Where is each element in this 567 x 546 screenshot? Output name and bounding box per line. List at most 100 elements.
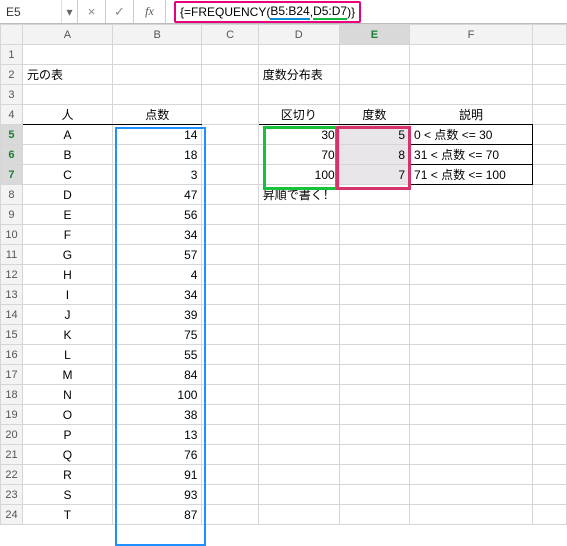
col-header-F[interactable]: F [410,25,533,45]
name-box[interactable]: E5 ▾ [0,0,78,23]
row-header[interactable]: 8 [1,185,23,205]
cell-person[interactable]: G [22,245,112,265]
cell-person[interactable]: D [22,185,112,205]
cell-person[interactable]: O [22,405,112,425]
cell-freq[interactable]: 7 [339,165,409,185]
cell-desc[interactable]: 31 < 点数 <= 70 [410,145,533,165]
row-header[interactable]: 13 [1,285,23,305]
row-header[interactable]: 19 [1,405,23,425]
cell-person[interactable]: J [22,305,112,325]
cell-score[interactable]: 57 [112,245,201,265]
check-icon: ✓ [114,4,125,20]
row-header[interactable]: 4 [1,105,23,125]
cell-score[interactable]: 39 [112,305,201,325]
cell-person[interactable]: M [22,365,112,385]
cell-person[interactable]: K [22,325,112,345]
cell-desc[interactable]: 71 < 点数 <= 100 [410,165,533,185]
formula-confirm-button[interactable]: ✓ [106,0,134,23]
cell-score[interactable]: 38 [112,405,201,425]
cell-score[interactable]: 18 [112,145,201,165]
cell-score[interactable]: 100 [112,385,201,405]
cell-score[interactable]: 34 [112,285,201,305]
cell-person[interactable]: F [22,225,112,245]
cell-score[interactable]: 34 [112,225,201,245]
cell-person[interactable]: T [22,505,112,525]
cell-desc[interactable]: 0 < 点数 <= 30 [410,125,533,145]
cell-person[interactable]: Q [22,445,112,465]
row-header[interactable]: 7 [1,165,23,185]
cell-score[interactable]: 93 [112,485,201,505]
spreadsheet[interactable]: A B C D E F 1 2 元の表 度数分布表 3 4 人 点数 区切り 度… [0,24,567,525]
cell-person[interactable]: L [22,345,112,365]
col-header-C[interactable]: C [202,25,258,45]
name-box-dropdown-icon[interactable]: ▾ [61,0,77,23]
col-freq[interactable]: 度数 [339,105,409,125]
col-bin[interactable]: 区切り [258,105,339,125]
row-header[interactable]: 22 [1,465,23,485]
row-header[interactable]: 21 [1,445,23,465]
cell-score[interactable]: 87 [112,505,201,525]
cell-score[interactable]: 3 [112,165,201,185]
cell-score[interactable]: 13 [112,425,201,445]
cell-freq[interactable]: 8 [339,145,409,165]
row-header[interactable]: 23 [1,485,23,505]
row-header[interactable]: 15 [1,325,23,345]
col-header-B[interactable]: B [112,25,201,45]
col-header-E[interactable]: E [339,25,409,45]
row-header[interactable]: 24 [1,505,23,525]
cell-person[interactable]: B [22,145,112,165]
col-score[interactable]: 点数 [112,105,201,125]
cell-score[interactable]: 14 [112,125,201,145]
row-header[interactable]: 11 [1,245,23,265]
freq-title[interactable]: 度数分布表 [258,65,339,85]
col-header-D[interactable]: D [258,25,339,45]
col-header-A[interactable]: A [22,25,112,45]
cell-freq[interactable]: 5 [339,125,409,145]
row-header[interactable]: 1 [1,45,23,65]
cell-score[interactable]: 76 [112,445,201,465]
cell-score[interactable]: 91 [112,465,201,485]
row-header[interactable]: 14 [1,305,23,325]
select-all-corner[interactable] [1,25,23,45]
row-header[interactable]: 3 [1,85,23,105]
row-header[interactable]: 2 [1,65,23,85]
cell-bin[interactable]: 70 [258,145,339,165]
fx-label[interactable]: fx [134,0,166,23]
cell-score[interactable]: 47 [112,185,201,205]
asc-note[interactable]: 昇順で書く！ [258,185,339,205]
cell-score[interactable]: 84 [112,365,201,385]
cell-person[interactable]: N [22,385,112,405]
cell-score[interactable]: 4 [112,265,201,285]
cell-bin[interactable]: 100 [258,165,339,185]
row-header[interactable]: 16 [1,345,23,365]
row-header[interactable]: 12 [1,265,23,285]
row-header[interactable]: 9 [1,205,23,225]
formula-arg-bins: D5:D7 [313,4,347,20]
row-header[interactable]: 18 [1,385,23,405]
cell-bin[interactable]: 30 [258,125,339,145]
cell-person[interactable]: A [22,125,112,145]
col-header-blank[interactable] [533,25,567,45]
cell-person[interactable]: E [22,205,112,225]
col-person[interactable]: 人 [22,105,112,125]
grid[interactable]: A B C D E F 1 2 元の表 度数分布表 3 4 人 点数 区切り 度… [0,24,567,525]
cell-person[interactable]: H [22,265,112,285]
row-header[interactable]: 20 [1,425,23,445]
cell-score[interactable]: 75 [112,325,201,345]
formula-cancel-button[interactable]: × [78,0,106,23]
formula-input[interactable]: {=FREQUENCY( B5:B24 , D5:D7 )} [166,1,567,23]
row-header[interactable]: 17 [1,365,23,385]
cell-person[interactable]: P [22,425,112,445]
cell-person[interactable]: C [22,165,112,185]
formula-arg-data: B5:B24 [270,4,309,20]
source-title[interactable]: 元の表 [22,65,112,85]
col-desc[interactable]: 説明 [410,105,533,125]
cell-person[interactable]: S [22,485,112,505]
row-header[interactable]: 6 [1,145,23,165]
cell-person[interactable]: I [22,285,112,305]
row-header[interactable]: 10 [1,225,23,245]
cell-person[interactable]: R [22,465,112,485]
row-header[interactable]: 5 [1,125,23,145]
cell-score[interactable]: 55 [112,345,201,365]
cell-score[interactable]: 56 [112,205,201,225]
